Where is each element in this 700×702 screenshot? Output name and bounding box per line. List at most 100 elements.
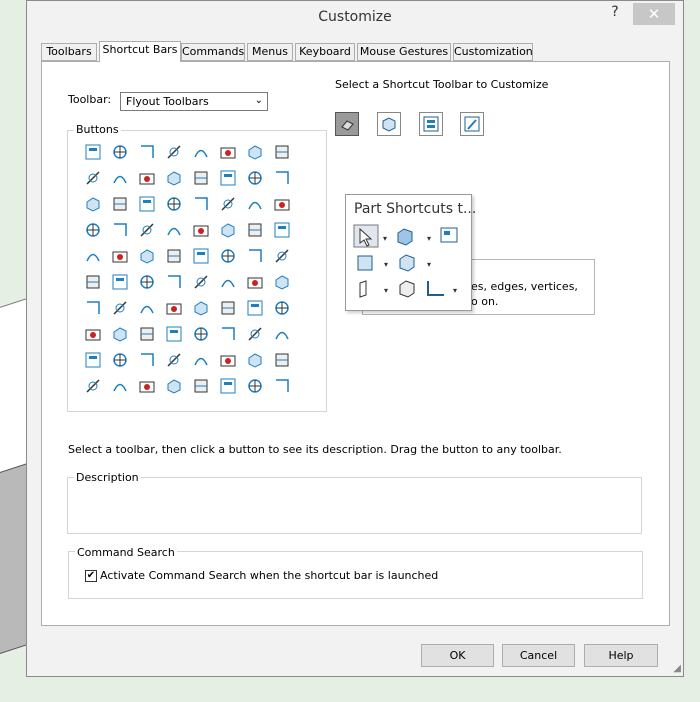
toolbar-button-icon[interactable] xyxy=(110,246,130,266)
toolbar-button-icon[interactable] xyxy=(83,142,103,162)
toolbar-button-icon[interactable] xyxy=(164,194,184,214)
toolbar-button-icon[interactable] xyxy=(164,376,184,396)
toolbar-button-icon[interactable] xyxy=(110,220,130,240)
toolbar-button-icon[interactable] xyxy=(83,194,103,214)
toolbar-button-icon[interactable] xyxy=(245,142,265,162)
toolbar-button-icon[interactable] xyxy=(83,272,103,292)
toolbar-button-icon[interactable] xyxy=(191,350,211,370)
toolbar-button-icon[interactable] xyxy=(218,376,238,396)
help-button[interactable]: Help xyxy=(584,644,658,667)
toolbar-button-icon[interactable] xyxy=(164,272,184,292)
toolbar-button-icon[interactable] xyxy=(272,194,292,214)
toolbar-button-icon[interactable] xyxy=(83,350,103,370)
toolbar-button-icon[interactable] xyxy=(245,298,265,318)
toolbar-button-icon[interactable] xyxy=(245,350,265,370)
toolbar-button-icon[interactable] xyxy=(272,298,292,318)
toolbar-button-icon[interactable] xyxy=(272,220,292,240)
toolbar-button-icon[interactable] xyxy=(191,194,211,214)
toolbar-button-icon[interactable] xyxy=(83,324,103,344)
toolbar-button-icon[interactable] xyxy=(191,298,211,318)
toolbar-button-icon[interactable] xyxy=(218,324,238,344)
toolbar-button-icon[interactable] xyxy=(245,272,265,292)
tab-customization[interactable]: Customization xyxy=(453,43,533,61)
toolbar-button-icon[interactable] xyxy=(272,272,292,292)
toolbar-button-icon[interactable] xyxy=(137,324,157,344)
toolbar-button-icon[interactable] xyxy=(83,168,103,188)
toolbar-button-icon[interactable] xyxy=(191,168,211,188)
toolbar-button-icon[interactable] xyxy=(137,376,157,396)
dialog-title: Customize xyxy=(318,9,392,25)
tab-commands[interactable]: Commands xyxy=(181,43,245,61)
toolbar-button-icon[interactable] xyxy=(272,246,292,266)
tab-menus[interactable]: Menus xyxy=(247,43,293,61)
toolbar-button-icon[interactable] xyxy=(218,298,238,318)
toolbar-button-icon[interactable] xyxy=(164,298,184,318)
toolbar-button-icon[interactable] xyxy=(137,246,157,266)
toolbar-button-icon[interactable] xyxy=(218,246,238,266)
toolbar-button-icon[interactable] xyxy=(110,376,130,396)
toolbar-button-icon[interactable] xyxy=(110,350,130,370)
tab-mouse-gestures[interactable]: Mouse Gestures xyxy=(357,43,451,61)
toolbar-button-icon[interactable] xyxy=(218,220,238,240)
toolbar-button-icon[interactable] xyxy=(110,168,130,188)
tab-shortcut-bars[interactable]: Shortcut Bars xyxy=(99,41,181,62)
toolbar-button-icon[interactable] xyxy=(191,272,211,292)
tab-toolbars[interactable]: Toolbars xyxy=(41,43,97,61)
sketch-shortcut-icon[interactable] xyxy=(460,112,484,136)
toolbar-button-icon[interactable] xyxy=(137,142,157,162)
toolbar-button-icon[interactable] xyxy=(245,324,265,344)
toolbar-button-icon[interactable] xyxy=(191,220,211,240)
toolbar-button-icon[interactable] xyxy=(272,168,292,188)
help-icon[interactable]: ? xyxy=(605,4,625,20)
toolbar-button-icon[interactable] xyxy=(164,220,184,240)
assembly-shortcut-icon[interactable] xyxy=(377,112,401,136)
toolbar-button-icon[interactable] xyxy=(191,324,211,344)
part-shortcut-icon[interactable] xyxy=(335,112,359,136)
toolbar-button-icon[interactable] xyxy=(137,298,157,318)
toolbar-button-icon[interactable] xyxy=(110,324,130,344)
cancel-button[interactable]: Cancel xyxy=(502,644,575,667)
toolbar-button-icon[interactable] xyxy=(164,246,184,266)
toolbar-button-icon[interactable] xyxy=(137,194,157,214)
toolbar-button-icon[interactable] xyxy=(218,194,238,214)
toolbar-button-icon[interactable] xyxy=(218,168,238,188)
toolbar-button-icon[interactable] xyxy=(110,194,130,214)
toolbar-button-icon[interactable] xyxy=(83,246,103,266)
toolbar-button-icon[interactable] xyxy=(245,194,265,214)
activate-command-search-checkbox[interactable]: ✔ xyxy=(85,570,97,582)
tab-keyboard[interactable]: Keyboard xyxy=(295,43,355,61)
close-button[interactable]: ✕ xyxy=(633,3,675,25)
toolbar-button-icon[interactable] xyxy=(272,350,292,370)
toolbar-button-icon[interactable] xyxy=(164,350,184,370)
toolbar-button-icon[interactable] xyxy=(191,246,211,266)
toolbar-button-icon[interactable] xyxy=(110,298,130,318)
toolbar-button-icon[interactable] xyxy=(137,220,157,240)
toolbar-button-icon[interactable] xyxy=(164,142,184,162)
toolbar-button-icon[interactable] xyxy=(110,142,130,162)
drawing-shortcut-icon[interactable] xyxy=(419,112,443,136)
toolbar-button-icon[interactable] xyxy=(164,324,184,344)
toolbar-button-icon[interactable] xyxy=(137,350,157,370)
toolbar-button-icon[interactable] xyxy=(218,350,238,370)
toolbar-select[interactable]: Flyout Toolbars ⌄ xyxy=(120,92,268,111)
toolbar-button-icon[interactable] xyxy=(83,298,103,318)
toolbar-button-icon[interactable] xyxy=(110,272,130,292)
toolbar-button-icon[interactable] xyxy=(191,142,211,162)
toolbar-button-icon[interactable] xyxy=(164,168,184,188)
toolbar-button-icon[interactable] xyxy=(272,376,292,396)
toolbar-button-icon[interactable] xyxy=(218,272,238,292)
toolbar-button-icon[interactable] xyxy=(245,376,265,396)
toolbar-button-icon[interactable] xyxy=(137,168,157,188)
toolbar-button-icon[interactable] xyxy=(191,376,211,396)
toolbar-button-icon[interactable] xyxy=(83,376,103,396)
toolbar-button-icon[interactable] xyxy=(272,142,292,162)
toolbar-button-icon[interactable] xyxy=(272,324,292,344)
toolbar-button-icon[interactable] xyxy=(245,168,265,188)
toolbar-button-icon[interactable] xyxy=(218,142,238,162)
toolbar-button-icon[interactable] xyxy=(83,220,103,240)
toolbar-button-icon[interactable] xyxy=(245,220,265,240)
resize-grip-icon[interactable]: ◢ xyxy=(673,663,681,674)
ok-button[interactable]: OK xyxy=(421,644,494,667)
toolbar-button-icon[interactable] xyxy=(137,272,157,292)
toolbar-button-icon[interactable] xyxy=(245,246,265,266)
